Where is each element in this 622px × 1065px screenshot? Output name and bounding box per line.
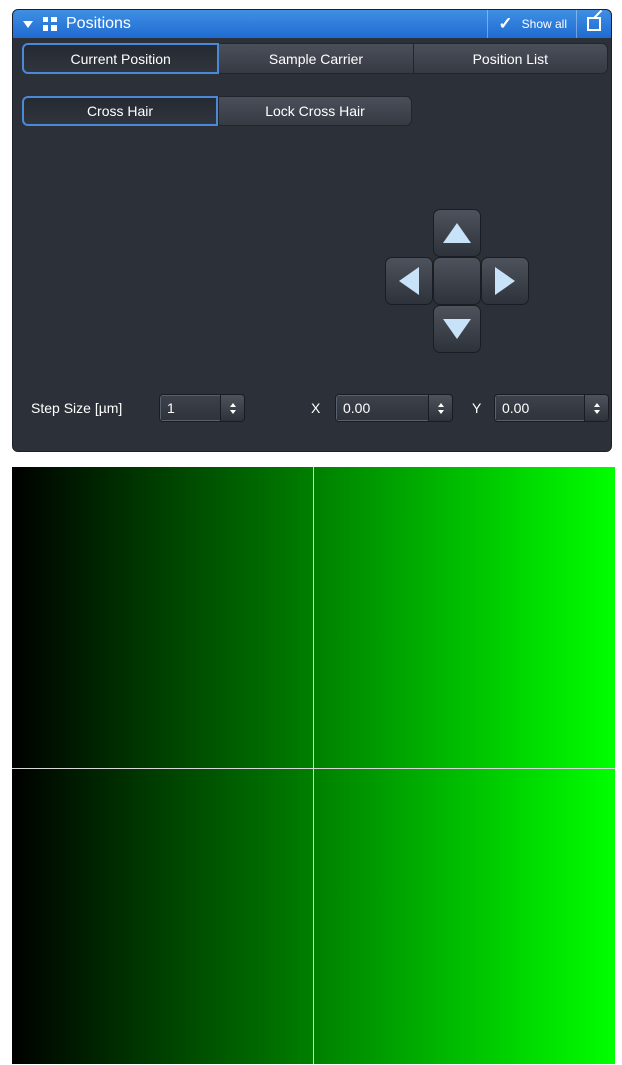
center-button[interactable]	[433, 257, 481, 305]
x-stepper[interactable]	[428, 395, 452, 421]
undock-icon	[587, 17, 601, 31]
y-stepper[interactable]	[584, 395, 608, 421]
tab-current-position[interactable]: Current Position	[22, 43, 220, 74]
show-all-toggle[interactable]: ✓ Show all	[487, 10, 575, 38]
lock-cross-hair-button[interactable]: Lock Cross Hair	[218, 96, 412, 126]
x-input[interactable]: 0.00	[335, 394, 453, 422]
undock-button[interactable]	[576, 10, 611, 38]
crosshair-horizontal-line	[12, 768, 615, 769]
y-label: Y	[472, 400, 482, 416]
move-right-button[interactable]	[481, 257, 529, 305]
crosshair-vertical-line	[313, 467, 314, 1064]
move-left-button[interactable]	[385, 257, 433, 305]
x-value[interactable]: 0.00	[336, 395, 428, 421]
checkmark-icon: ✓	[498, 14, 513, 33]
panel-titlebar[interactable]: Positions ✓ Show all	[13, 10, 611, 38]
tab-position-list[interactable]: Position List	[413, 43, 608, 74]
image-view[interactable]	[12, 467, 615, 1064]
move-down-button[interactable]	[433, 305, 481, 353]
y-value[interactable]: 0.00	[495, 395, 584, 421]
cross-hair-button[interactable]: Cross Hair	[22, 96, 218, 126]
step-size-value[interactable]: 1	[160, 395, 220, 421]
arrow-right-icon	[495, 267, 515, 295]
tab-sample-carrier[interactable]: Sample Carrier	[219, 43, 414, 74]
step-size-input[interactable]: 1	[159, 394, 245, 422]
arrow-left-icon	[399, 267, 419, 295]
x-label: X	[311, 400, 321, 416]
collapse-triangle-icon[interactable]	[23, 20, 33, 28]
y-input[interactable]: 0.00	[494, 394, 609, 422]
panel-title: Positions	[66, 15, 131, 32]
positions-grid-icon	[43, 17, 57, 31]
step-size-stepper[interactable]	[220, 395, 244, 421]
arrow-down-icon	[443, 319, 471, 339]
show-all-label: Show all	[521, 17, 567, 31]
tab-bar: Current Position Sample Carrier Position…	[22, 43, 608, 74]
step-size-label: Step Size [µm]	[31, 400, 123, 416]
positions-panel: Positions ✓ Show all Current Position Sa…	[12, 9, 612, 452]
move-up-button[interactable]	[433, 209, 481, 257]
arrow-up-icon	[443, 223, 471, 243]
crosshair-button-group: Cross Hair Lock Cross Hair	[22, 96, 412, 126]
